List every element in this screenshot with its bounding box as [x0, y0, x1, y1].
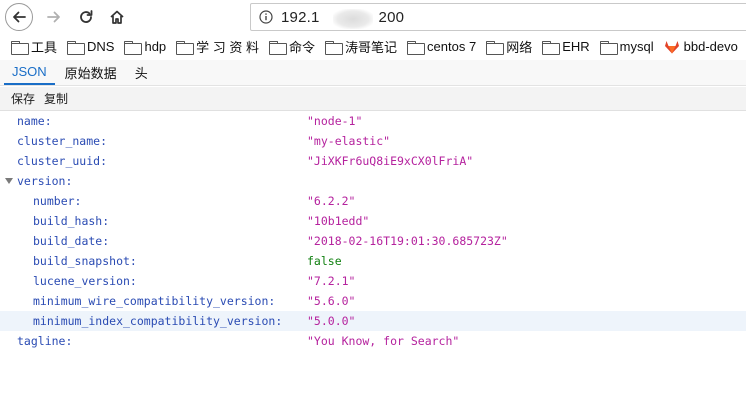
folder-icon — [599, 40, 618, 55]
json-value: "6.2.2" — [307, 194, 356, 208]
json-row-build-snapshot[interactable]: build_snapshot: false — [0, 251, 746, 271]
bookmark-folder-dns[interactable]: DNS — [67, 39, 114, 55]
folder-icon — [542, 40, 561, 55]
json-key: minimum_wire_compatibility_version: — [33, 294, 276, 308]
bookmark-folder-commands[interactable]: 命令 — [269, 37, 315, 56]
json-key: number: — [33, 194, 82, 208]
folder-icon — [269, 40, 288, 55]
bookmarks-bar: 工具 DNS hdp 学 习 资 料 命令 涛哥笔记 centos 7 网络 E… — [0, 34, 746, 59]
json-row-build-date[interactable]: build_date: "2018-02-16T19:01:30.685723Z… — [0, 231, 746, 251]
json-value: "You Know, for Search" — [307, 334, 460, 348]
json-key: tagline: — [17, 334, 73, 348]
folder-icon — [124, 40, 143, 55]
url-text[interactable]: 192.1 200 — [281, 8, 404, 29]
url-redaction — [333, 8, 373, 29]
bookmark-folder-tools[interactable]: 工具 — [11, 37, 57, 56]
json-key: build_hash: — [33, 214, 110, 228]
json-tree: name: "node-1" cluster_name: "my-elastic… — [0, 111, 746, 351]
json-row-name[interactable]: name: "node-1" — [0, 111, 746, 131]
json-row-cluster-uuid[interactable]: cluster_uuid: "JiXKFr6uQ8iE9xCX0lFriA" — [0, 151, 746, 171]
json-value: "5.6.0" — [307, 294, 356, 308]
json-row-cluster-name[interactable]: cluster_name: "my-elastic" — [0, 131, 746, 151]
site-info-icon[interactable] — [251, 10, 281, 24]
folder-icon — [407, 40, 426, 55]
json-value: "node-1" — [307, 114, 363, 128]
json-key: cluster_uuid: — [17, 154, 108, 168]
json-value: "5.0.0" — [307, 314, 356, 328]
json-key: name: — [17, 114, 52, 128]
forward-button[interactable] — [40, 3, 68, 31]
folder-icon — [67, 40, 86, 55]
back-button[interactable] — [5, 3, 33, 31]
address-bar[interactable]: 192.1 200 — [250, 3, 746, 31]
json-value: "10b1edd" — [307, 214, 370, 228]
reload-icon — [80, 10, 93, 23]
folder-icon — [176, 40, 195, 55]
json-value: "7.2.1" — [307, 274, 356, 288]
copy-button[interactable]: 复制 — [40, 87, 72, 110]
json-toolbar: 保存 复制 — [0, 87, 746, 111]
json-key: build_date: — [33, 234, 110, 248]
json-key: minimum_index_compatibility_version: — [33, 314, 283, 328]
json-row-lucene-version[interactable]: lucene_version: "7.2.1" — [0, 271, 746, 291]
bookmark-folder-mysql[interactable]: mysql — [599, 39, 654, 55]
json-value: false — [307, 254, 342, 268]
tab-json[interactable]: JSON — [4, 59, 55, 85]
json-row-version[interactable]: version: — [0, 171, 746, 191]
bookmark-folder-ehr[interactable]: EHR — [542, 39, 590, 55]
folder-icon — [486, 40, 505, 55]
tab-raw-data[interactable]: 原始数据 — [57, 59, 125, 85]
bookmark-folder-network[interactable]: 网络 — [486, 37, 532, 56]
json-value: "my-elastic" — [307, 134, 391, 148]
save-button[interactable]: 保存 — [7, 87, 39, 110]
json-key: cluster_name: — [17, 134, 108, 148]
json-key: version: — [17, 174, 73, 188]
bookmark-folder-study[interactable]: 学 习 资 料 — [176, 37, 259, 56]
navigation-bar: 192.1 200 — [0, 0, 746, 34]
json-value: "2018-02-16T19:01:30.685723Z" — [307, 234, 508, 248]
bookmark-folder-notes[interactable]: 涛哥笔记 — [325, 37, 397, 56]
json-key: lucene_version: — [33, 274, 137, 288]
json-row-tagline[interactable]: tagline: "You Know, for Search" — [0, 331, 746, 351]
folder-icon — [11, 40, 29, 55]
home-button[interactable] — [103, 3, 131, 31]
bookmark-bbd-devo[interactable]: bbd-devo — [664, 39, 738, 54]
json-row-number[interactable]: number: "6.2.2" — [0, 191, 746, 211]
json-row-min-index-version[interactable]: minimum_index_compatibility_version: "5.… — [0, 311, 746, 331]
json-row-build-hash[interactable]: build_hash: "10b1edd" — [0, 211, 746, 231]
json-viewer-tabs: JSON 原始数据 头 — [0, 60, 746, 86]
arrow-right-icon — [47, 11, 60, 23]
bookmark-folder-hdp[interactable]: hdp — [124, 39, 166, 55]
bookmark-folder-centos[interactable]: centos 7 — [407, 39, 476, 55]
gitlab-icon — [664, 40, 679, 53]
home-icon — [110, 10, 124, 24]
reload-button[interactable] — [72, 3, 100, 31]
expand-toggle-icon[interactable] — [5, 178, 13, 184]
arrow-left-icon — [13, 11, 26, 23]
tab-headers[interactable]: 头 — [127, 59, 156, 85]
json-key: build_snapshot: — [33, 254, 137, 268]
folder-icon — [325, 40, 344, 55]
json-value: "JiXKFr6uQ8iE9xCX0lFriA" — [307, 154, 474, 168]
json-row-min-wire-version[interactable]: minimum_wire_compatibility_version: "5.6… — [0, 291, 746, 311]
